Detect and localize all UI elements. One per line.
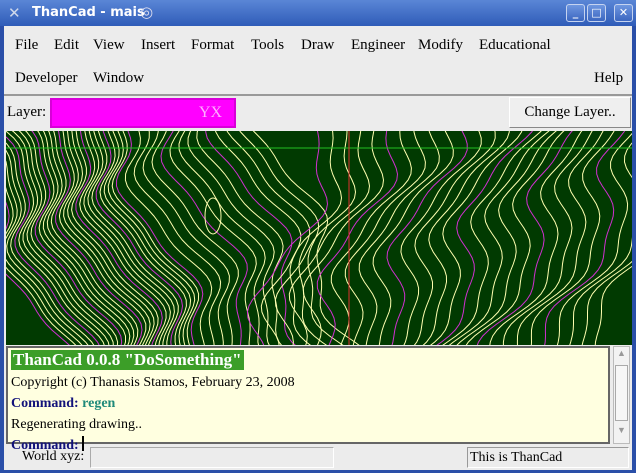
drawing-canvas[interactable]	[6, 131, 632, 345]
title-bar: ✕ ThanCad - mais ◎ _ □ ✕	[0, 0, 636, 26]
change-layer-button[interactable]: Change Layer..	[509, 97, 631, 128]
command-prompt: Command:	[11, 396, 79, 411]
contour-line	[260, 131, 343, 345]
scroll-up-arrow-icon[interactable]: ▲	[615, 348, 628, 364]
contour-line	[151, 131, 239, 345]
contour-line	[274, 131, 357, 345]
menu-help[interactable]: Help	[594, 70, 623, 87]
menu-insert[interactable]: Insert	[141, 37, 175, 54]
menu-draw[interactable]: Draw	[301, 37, 334, 54]
contour-line	[422, 131, 510, 345]
contour-line	[187, 131, 275, 345]
menu-format[interactable]: Format	[191, 37, 234, 54]
toolbar-separator	[4, 94, 632, 96]
command-text: regen	[82, 396, 116, 411]
contour-line	[442, 131, 542, 345]
contour-line	[476, 131, 573, 345]
world-xyz-label: World xyz:	[22, 449, 85, 464]
contour-line	[448, 131, 550, 345]
contour-line	[386, 131, 468, 345]
contour-line	[288, 131, 371, 345]
menu-educational[interactable]: Educational	[479, 37, 551, 54]
close-button[interactable]: ✕	[614, 4, 633, 22]
layer-field[interactable]: YX	[50, 98, 236, 128]
main-window: File Edit View Insert Format Tools Draw Enginee…	[4, 26, 632, 470]
scroll-down-arrow-icon[interactable]: ▼	[615, 425, 628, 441]
contour-line	[344, 131, 426, 345]
contour-line	[169, 131, 257, 345]
menu-developer[interactable]: Developer	[15, 70, 77, 87]
contour-line	[124, 131, 213, 345]
menu-modify[interactable]: Modify	[418, 37, 463, 54]
menu-edit[interactable]: Edit	[54, 37, 79, 54]
contour-line	[465, 131, 565, 345]
menu-view[interactable]: View	[93, 37, 125, 54]
output-line: Regenerating drawing..	[11, 417, 143, 432]
contour-line	[372, 131, 454, 345]
layer-label: Layer:	[7, 104, 47, 120]
menu-file[interactable]: File	[15, 37, 38, 54]
contour-line	[489, 131, 583, 345]
contour-line	[31, 131, 123, 345]
menu-tools[interactable]: Tools	[251, 37, 284, 54]
swirl-icon: ◎	[140, 3, 154, 21]
contour-line	[544, 131, 626, 345]
window-title: ThanCad - mais	[32, 5, 145, 20]
maximize-button[interactable]: □	[587, 4, 606, 22]
menu-engineer[interactable]: Engineer	[351, 37, 405, 54]
scroll-thumb[interactable]	[615, 365, 628, 421]
contour-line	[594, 265, 632, 345]
copyright-line: Copyright (c) Thanasis Stamos, February …	[11, 375, 295, 390]
contour-drawing	[6, 131, 632, 345]
contour-line	[358, 131, 440, 345]
command-console[interactable]: ThanCad 0.0.8 "DoSomething" Copyright (c…	[6, 346, 610, 453]
status-message: This is ThanCad	[467, 447, 629, 468]
contour-line	[400, 131, 482, 345]
app-logo-icon: ✕	[8, 4, 21, 22]
contour-line	[205, 131, 296, 345]
world-xyz-field	[90, 447, 334, 468]
version-header: ThanCad 0.0.8 "DoSomething"	[11, 350, 244, 370]
contour-line	[456, 131, 557, 345]
minimize-button[interactable]: _	[566, 4, 585, 22]
contour-line	[330, 131, 412, 345]
menu-window[interactable]: Window	[93, 70, 144, 87]
contour-line	[178, 131, 266, 345]
contour-line	[316, 131, 399, 345]
contour-line	[413, 131, 496, 345]
status-bar: World xyz: This is ThanCad	[4, 446, 632, 470]
console-scrollbar[interactable]: ▲ ▼	[613, 346, 630, 444]
